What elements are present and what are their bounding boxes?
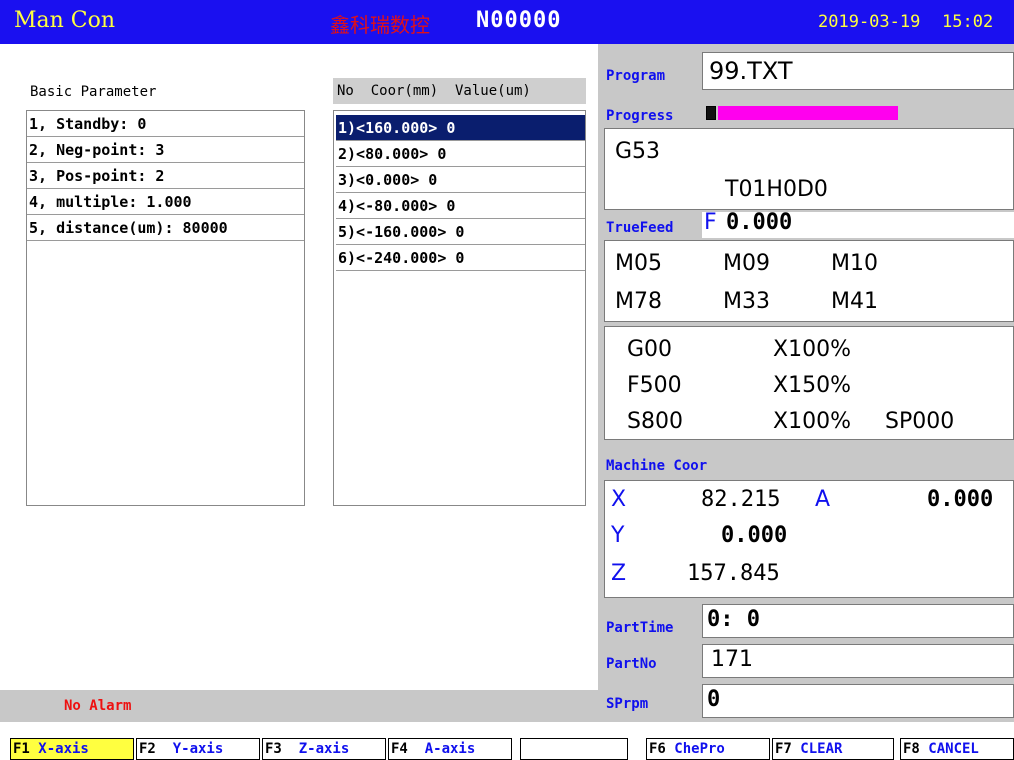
fkey-label: Y-axis (155, 741, 224, 757)
truefeed-value: 0.000 (726, 210, 793, 235)
mcode-box: M05 M09 M10 M78 M33 M41 (604, 240, 1014, 322)
sprpm-field: 0 (702, 684, 1014, 718)
alarm-message: No Alarm (64, 698, 132, 714)
mcode: M33 (723, 289, 770, 314)
basic-parameter-list: 1, Standby: 0 2, Neg-point: 3 3, Pos-poi… (26, 110, 305, 506)
x-axis-value: 82.215 (701, 487, 781, 512)
basic-parameter-title: Basic Parameter (30, 84, 157, 100)
current-block-box: G53 T01H0D0 (604, 128, 1014, 210)
fkey-label: CLEAR (791, 741, 843, 757)
sprpm-value: 0 (707, 687, 721, 712)
parttime-field: 0: 0 (702, 604, 1014, 638)
machine-coor-label: Machine Coor (606, 458, 708, 474)
param-row[interactable]: 1, Standby: 0 (27, 111, 304, 137)
param-row[interactable]: 2, Neg-point: 3 (27, 137, 304, 163)
f1-x-axis-button[interactable]: F1 X-axis (10, 738, 134, 760)
feed-prefix: F (704, 210, 717, 235)
gcode-line-2: T01H0D0 (725, 177, 828, 202)
modal-s: S800 (627, 409, 683, 434)
program-field: 99.TXT (702, 52, 1014, 90)
fkey-label: CANCEL (919, 741, 979, 757)
brand-name: 鑫科瑞数控 (330, 13, 430, 37)
param-row[interactable]: 5, distance(um): 80000 (27, 215, 304, 241)
partno-label: PartNo (606, 656, 657, 672)
date-display: 2019-03-19 (818, 12, 921, 32)
override-feed: X150% (773, 373, 851, 398)
comp-row-selected[interactable]: 1)<160.000> 0 (336, 115, 585, 141)
param-row[interactable]: 3, Pos-point: 2 (27, 163, 304, 189)
mcode: M41 (831, 289, 878, 314)
fkey-number: F6 (649, 741, 666, 757)
mode-title: Man Con (14, 8, 116, 33)
a-axis-label: A (815, 487, 831, 512)
z-axis-value: 157.845 (687, 561, 780, 586)
machine-coor-box: X 82.215 A 0.000 Y 0.000 Z 157.845 (604, 480, 1014, 598)
f5-empty-button[interactable] (520, 738, 628, 760)
fkey-number: F2 (139, 741, 156, 757)
fkey-label: X-axis (29, 741, 89, 757)
f3-z-axis-button[interactable]: F3 Z-axis (262, 738, 386, 760)
program-number: N00000 (476, 8, 562, 33)
mcode: M10 (831, 251, 878, 276)
x-axis-label: X (611, 487, 627, 512)
fkey-number: F4 (391, 741, 408, 757)
mcode: M09 (723, 251, 770, 276)
fkey-number: F3 (265, 741, 282, 757)
param-row[interactable]: 4, multiple: 1.000 (27, 189, 304, 215)
a-axis-value: 0.000 (927, 487, 994, 512)
override-rapid: X100% (773, 337, 851, 362)
mcode: M05 (615, 251, 662, 276)
f8-cancel-button[interactable]: F8 CANCEL (900, 738, 1014, 760)
comp-row[interactable]: 2)<80.000> 0 (336, 141, 585, 167)
gcode-line-1: G53 (615, 139, 661, 164)
comp-table-header: No Coor(mm) Value(um) (333, 78, 586, 104)
partno-value: 171 (711, 647, 753, 672)
comp-row[interactable]: 5)<-160.000> 0 (336, 219, 585, 245)
program-label: Program (606, 68, 666, 84)
fkey-label: A-axis (407, 741, 476, 757)
f6-chepro-button[interactable]: F6 ChePro (646, 738, 770, 760)
override-spindle: X100% (773, 409, 851, 434)
f4-a-axis-button[interactable]: F4 A-axis (388, 738, 512, 760)
truefeed-field: F 0.000 (702, 210, 1014, 238)
progress-label: Progress (606, 108, 674, 124)
program-name: 99.TXT (709, 57, 793, 85)
fkey-number: F8 (903, 741, 920, 757)
progress-fill (718, 106, 898, 120)
truefeed-label: TrueFeed (606, 220, 674, 236)
fkey-number: F1 (13, 741, 30, 757)
fkey-number: F7 (775, 741, 792, 757)
spindle-position: SP000 (885, 409, 955, 434)
y-axis-value: 0.000 (721, 523, 788, 548)
comp-value-list: 1)<160.000> 0 2)<80.000> 0 3)<0.000> 0 4… (333, 110, 586, 506)
modal-state-box: G00 X100% F500 X150% S800 X100% SP000 (604, 326, 1014, 440)
z-axis-label: Z (611, 561, 627, 586)
title-bar: Man Con 鑫科瑞数控 N00000 2019-03-19 15:02 (0, 0, 1014, 44)
mcode: M78 (615, 289, 662, 314)
progress-bar (702, 104, 900, 122)
partno-field: 171 (702, 644, 1014, 678)
modal-f: F500 (627, 373, 682, 398)
progress-cursor (706, 106, 716, 120)
modal-g: G00 (627, 337, 673, 362)
sprpm-label: SPrpm (606, 696, 649, 712)
y-axis-label: Y (611, 523, 625, 548)
comp-row[interactable]: 3)<0.000> 0 (336, 167, 585, 193)
f7-clear-button[interactable]: F7 CLEAR (772, 738, 894, 760)
f2-y-axis-button[interactable]: F2 Y-axis (136, 738, 260, 760)
fkey-label: ChePro (665, 741, 725, 757)
comp-row[interactable]: 4)<-80.000> 0 (336, 193, 585, 219)
comp-row[interactable]: 6)<-240.000> 0 (336, 245, 585, 271)
parttime-value: 0: 0 (707, 607, 760, 632)
time-display: 15:02 (942, 12, 994, 32)
parttime-label: PartTime (606, 620, 674, 636)
fkey-label: Z-axis (281, 741, 350, 757)
